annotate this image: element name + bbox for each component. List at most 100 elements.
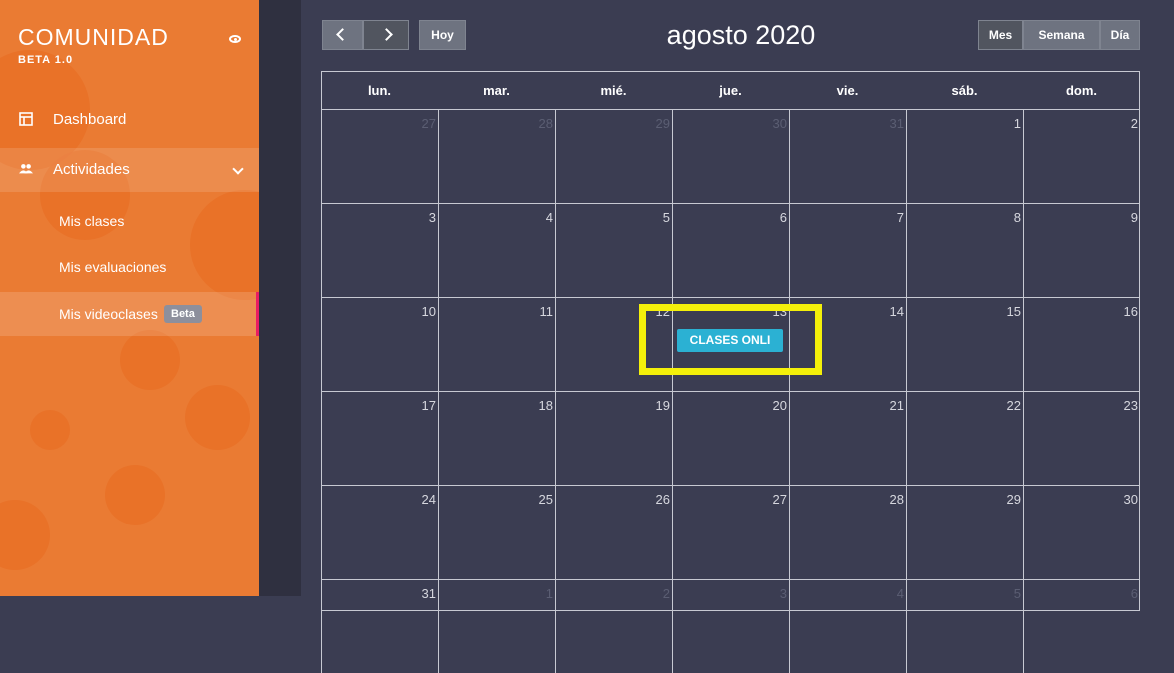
day-cell[interactable]: 19 bbox=[555, 391, 672, 485]
day-cell[interactable]: 3 bbox=[672, 579, 789, 673]
chevron-left-icon bbox=[336, 28, 349, 41]
sidebar-item-label: Dashboard bbox=[53, 111, 127, 128]
chevron-right-icon bbox=[379, 28, 393, 41]
day-cell[interactable]: 22 bbox=[906, 391, 1023, 485]
day-number: 8 bbox=[1013, 210, 1021, 225]
day-number: 9 bbox=[1130, 210, 1138, 225]
chevron-down-icon bbox=[232, 163, 244, 175]
today-button[interactable]: Hoy bbox=[419, 20, 466, 50]
day-number: 30 bbox=[772, 116, 787, 131]
sidebar-item-actividades[interactable]: Actividades bbox=[0, 148, 259, 192]
prev-month-button[interactable] bbox=[322, 20, 363, 50]
day-cell[interactable]: 7 bbox=[789, 203, 906, 297]
sidebar-subitem-mis-evaluaciones[interactable]: Mis evaluaciones bbox=[0, 245, 259, 289]
day-cell[interactable]: 21 bbox=[789, 391, 906, 485]
view-week-button[interactable]: Semana bbox=[1023, 20, 1100, 50]
day-cell[interactable]: 29 bbox=[555, 109, 672, 203]
day-cell[interactable]: 10 bbox=[321, 297, 438, 391]
day-number: 14 bbox=[889, 304, 904, 319]
day-cell[interactable]: 17 bbox=[321, 391, 438, 485]
day-cell[interactable]: 30 bbox=[1023, 485, 1140, 579]
day-number: 16 bbox=[1123, 304, 1138, 319]
decor-bubble bbox=[185, 385, 250, 450]
day-cell[interactable]: 16 bbox=[1023, 297, 1140, 391]
view-day-button[interactable]: Día bbox=[1100, 20, 1140, 50]
day-cell[interactable]: 6 bbox=[672, 203, 789, 297]
day-cell[interactable]: 27 bbox=[321, 109, 438, 203]
day-number: 3 bbox=[779, 586, 787, 601]
sidebar-subitem-label: Mis videoclases bbox=[59, 306, 158, 322]
day-cell[interactable]: 1 bbox=[906, 109, 1023, 203]
day-cell[interactable]: 2 bbox=[555, 579, 672, 673]
day-number: 5 bbox=[662, 210, 670, 225]
decor-bubble bbox=[120, 330, 180, 390]
decor-bubble bbox=[0, 500, 50, 570]
day-number: 4 bbox=[896, 586, 904, 601]
day-cell[interactable]: 4 bbox=[789, 579, 906, 673]
day-number: 15 bbox=[1006, 304, 1021, 319]
day-cell[interactable]: 31 bbox=[321, 579, 438, 673]
sidebar-item-dashboard[interactable]: Dashboard bbox=[0, 98, 259, 142]
beta-badge: Beta bbox=[164, 305, 202, 323]
day-cell[interactable]: 28 bbox=[438, 109, 555, 203]
day-header-1: mar. bbox=[438, 71, 555, 109]
sidebar-subitem-mis-videoclases[interactable]: Mis videoclases Beta bbox=[0, 292, 259, 336]
sidebar-item-label: Actividades bbox=[53, 161, 130, 178]
day-cell[interactable]: 2 bbox=[1023, 109, 1140, 203]
eye-toggle-icon[interactable] bbox=[229, 35, 241, 43]
day-cell[interactable]: 6 bbox=[1023, 579, 1140, 673]
dashboard-icon bbox=[19, 112, 33, 126]
day-header-3: jue. bbox=[672, 71, 789, 109]
day-cell[interactable]: 25 bbox=[438, 485, 555, 579]
day-number: 25 bbox=[538, 492, 553, 507]
calendar-title: agosto 2020 bbox=[666, 20, 816, 50]
day-cell[interactable]: 24 bbox=[321, 485, 438, 579]
day-number: 26 bbox=[655, 492, 670, 507]
day-number: 3 bbox=[428, 210, 436, 225]
day-cell[interactable]: 31 bbox=[789, 109, 906, 203]
day-cell[interactable]: 9 bbox=[1023, 203, 1140, 297]
view-month-button[interactable]: Mes bbox=[978, 20, 1023, 50]
day-cell[interactable]: 18 bbox=[438, 391, 555, 485]
day-cell[interactable]: 5 bbox=[906, 579, 1023, 673]
day-cell[interactable]: 5 bbox=[555, 203, 672, 297]
day-number: 27 bbox=[772, 492, 787, 507]
day-cell[interactable]: 11 bbox=[438, 297, 555, 391]
day-number: 10 bbox=[421, 304, 436, 319]
next-month-button[interactable] bbox=[363, 20, 409, 50]
day-header-4: vie. bbox=[789, 71, 906, 109]
day-cell[interactable]: 28 bbox=[789, 485, 906, 579]
day-number: 23 bbox=[1123, 398, 1138, 413]
day-number: 6 bbox=[779, 210, 787, 225]
day-number: 27 bbox=[421, 116, 436, 131]
day-cell[interactable]: 8 bbox=[906, 203, 1023, 297]
day-cell[interactable]: 4 bbox=[438, 203, 555, 297]
day-cell[interactable]: 23 bbox=[1023, 391, 1140, 485]
highlight-box bbox=[639, 304, 822, 375]
day-header-5: sáb. bbox=[906, 71, 1023, 109]
day-cell[interactable]: 20 bbox=[672, 391, 789, 485]
sidebar-subitem-mis-clases[interactable]: Mis clases bbox=[0, 199, 259, 243]
day-cell[interactable]: 26 bbox=[555, 485, 672, 579]
day-number: 22 bbox=[1006, 398, 1021, 413]
day-cell[interactable]: 3 bbox=[321, 203, 438, 297]
sidebar-subitem-label: Mis clases bbox=[59, 213, 125, 229]
day-number: 5 bbox=[1013, 586, 1021, 601]
day-number: 28 bbox=[889, 492, 904, 507]
day-cell[interactable]: 27 bbox=[672, 485, 789, 579]
day-number: 31 bbox=[421, 586, 436, 601]
day-number: 6 bbox=[1130, 586, 1138, 601]
brand-version: BETA 1.0 bbox=[18, 54, 74, 66]
content-gutter bbox=[259, 0, 301, 596]
day-header-2: mié. bbox=[555, 71, 672, 109]
day-number: 1 bbox=[545, 586, 553, 601]
day-cell[interactable]: 15 bbox=[906, 297, 1023, 391]
day-number: 11 bbox=[539, 304, 554, 319]
day-cell[interactable]: 30 bbox=[672, 109, 789, 203]
day-cell[interactable]: 1 bbox=[438, 579, 555, 673]
day-number: 30 bbox=[1123, 492, 1138, 507]
day-number: 1 bbox=[1013, 116, 1021, 131]
day-number: 29 bbox=[1006, 492, 1021, 507]
day-cell[interactable]: 29 bbox=[906, 485, 1023, 579]
day-number: 31 bbox=[889, 116, 904, 131]
